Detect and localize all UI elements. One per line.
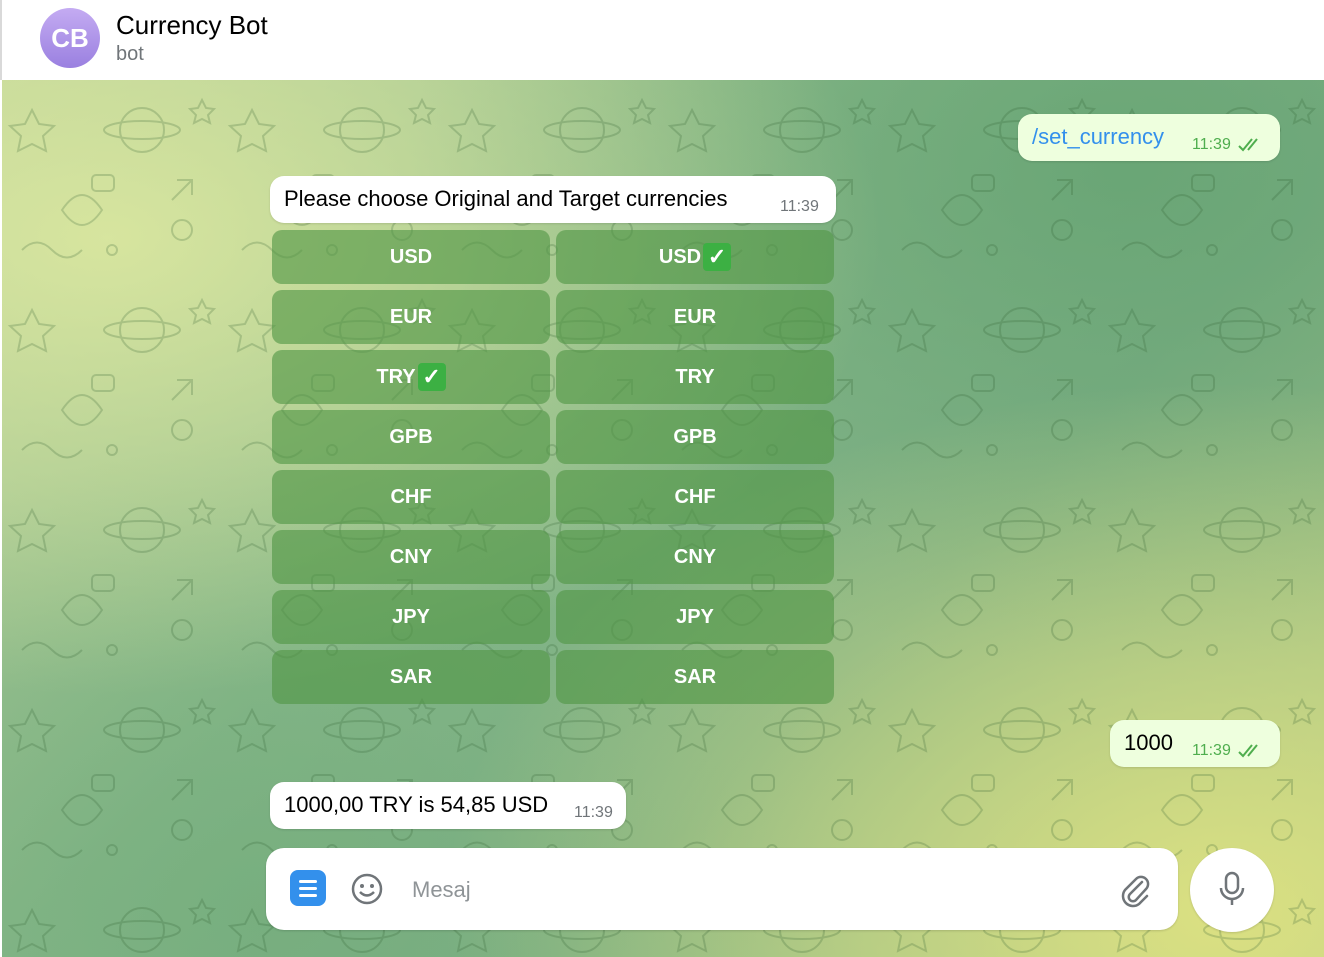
keyboard-button-target-jpy[interactable]: JPY	[556, 590, 834, 644]
smile-icon[interactable]	[350, 872, 384, 906]
message-time: 11:39	[574, 804, 613, 821]
keyboard-button-label: TRY	[675, 365, 715, 388]
message-text: 1000	[1124, 730, 1173, 755]
keyboard-button-target-usd[interactable]: USD ✓	[556, 230, 834, 284]
chat-area[interactable]: /set_currency 11:39 Please choose Origin…	[2, 80, 1324, 957]
message-time: 11:39	[1192, 742, 1231, 759]
outgoing-message-amount[interactable]: 1000 11:39	[1110, 720, 1280, 767]
keyboard-button-target-cny[interactable]: CNY	[556, 530, 834, 584]
keyboard-button-target-chf[interactable]: CHF	[556, 470, 834, 524]
double-check-icon	[1238, 138, 1258, 152]
chat-title[interactable]: Currency Bot	[116, 10, 268, 41]
keyboard-button-original-gpb[interactable]: GPB	[272, 410, 550, 464]
message-input[interactable]	[410, 868, 1094, 912]
keyboard-button-original-usd[interactable]: USD	[272, 230, 550, 284]
keyboard-button-label: JPY	[676, 605, 714, 628]
keyboard-button-label: CNY	[673, 545, 717, 568]
keyboard-button-label: EUR	[673, 305, 717, 328]
paperclip-icon[interactable]	[1118, 870, 1152, 908]
message-text: 1000,00 TRY is 54,85 USD	[284, 792, 549, 817]
keyboard-button-original-chf[interactable]: CHF	[272, 470, 550, 524]
incoming-message-prompt[interactable]: Please choose Original and Target curren…	[270, 176, 836, 223]
checkmark-icon: ✓	[417, 363, 446, 391]
chat-header: CB Currency Bot bot	[0, 0, 1324, 80]
microphone-button[interactable]	[1190, 848, 1274, 932]
incoming-message-result[interactable]: 1000,00 TRY is 54,85 USD 11:39	[270, 782, 626, 829]
keyboard-button-label: USD	[658, 245, 702, 268]
double-check-icon	[1238, 744, 1258, 758]
keyboard-button-label: CHF	[674, 485, 716, 508]
keyboard-button-label: CNY	[389, 545, 433, 568]
microphone-icon	[1219, 871, 1245, 905]
keyboard-button-target-try[interactable]: TRY	[556, 350, 834, 404]
message-composer	[266, 848, 1178, 930]
keyboard-button-original-cny[interactable]: CNY	[272, 530, 550, 584]
keyboard-button-label: TRY	[376, 365, 416, 388]
keyboard-button-original-try[interactable]: TRY ✓	[272, 350, 550, 404]
keyboard-button-label: SAR	[673, 665, 717, 688]
keyboard-button-label: GPB	[389, 425, 433, 448]
keyboard-button-original-eur[interactable]: EUR	[272, 290, 550, 344]
menu-icon[interactable]	[290, 870, 326, 906]
keyboard-button-label: SAR	[389, 665, 433, 688]
keyboard-button-label: JPY	[392, 605, 430, 628]
keyboard-button-label: GPB	[673, 425, 717, 448]
keyboard-button-target-eur[interactable]: EUR	[556, 290, 834, 344]
command-link[interactable]: /set_currency	[1032, 124, 1164, 150]
message-text: Please choose Original and Target curren…	[284, 186, 728, 211]
keyboard-button-original-jpy[interactable]: JPY	[272, 590, 550, 644]
checkmark-icon: ✓	[703, 243, 732, 271]
outgoing-message-command[interactable]: /set_currency 11:39	[1018, 114, 1280, 161]
message-time: 11:39	[1192, 136, 1231, 153]
keyboard-button-label: EUR	[389, 305, 433, 328]
keyboard-button-label: CHF	[390, 485, 432, 508]
avatar[interactable]: CB	[40, 8, 100, 68]
chat-subtitle: bot	[116, 43, 144, 65]
message-time: 11:39	[780, 198, 819, 215]
keyboard-button-target-gpb[interactable]: GPB	[556, 410, 834, 464]
keyboard-button-original-sar[interactable]: SAR	[272, 650, 550, 704]
keyboard-button-label: USD	[389, 245, 433, 268]
keyboard-button-target-sar[interactable]: SAR	[556, 650, 834, 704]
